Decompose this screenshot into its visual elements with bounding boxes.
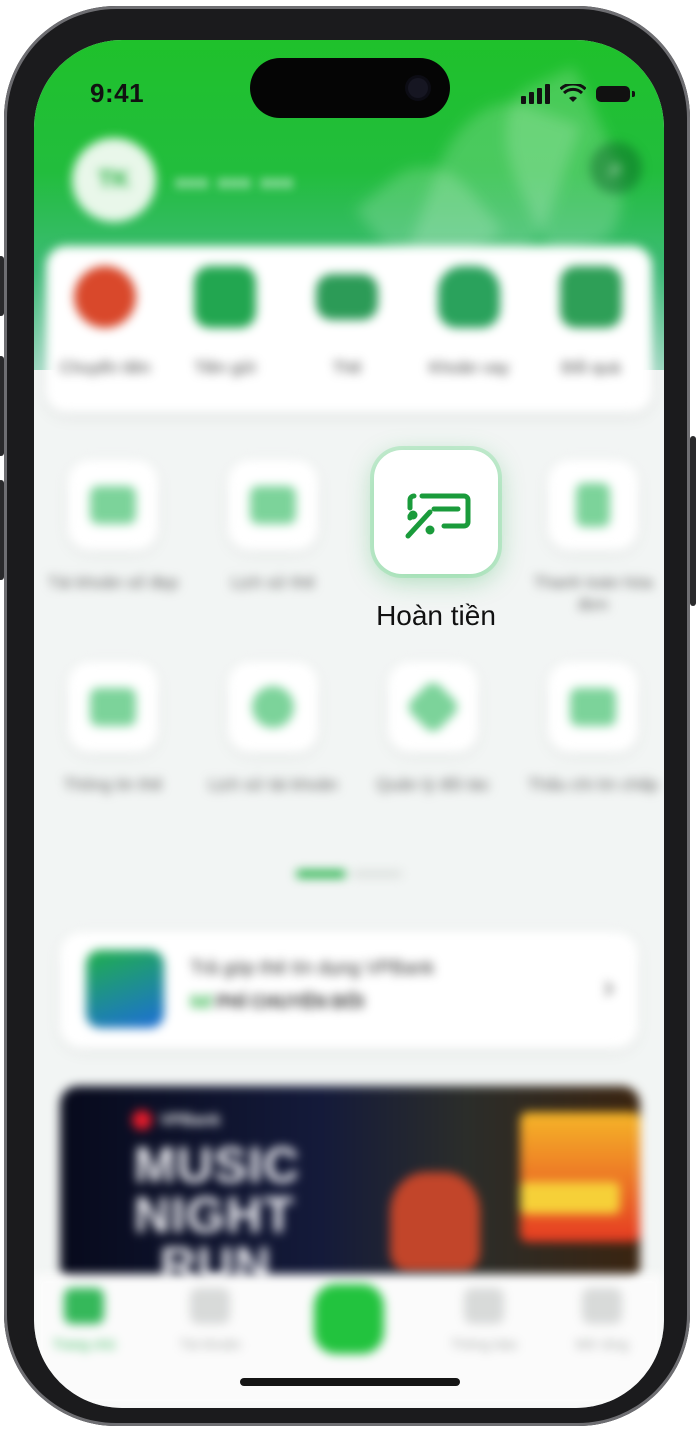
tab-account[interactable]: Tài khoản (160, 1288, 260, 1352)
page-dot (352, 871, 402, 877)
shop-illustration (520, 1112, 640, 1242)
vanity-number-icon (90, 486, 136, 524)
card-installment-icon (86, 950, 164, 1028)
service-tile (68, 460, 158, 550)
power-button (690, 436, 696, 606)
quick-action-label: Khoản vay (428, 358, 510, 377)
tab-label: Mở rộng (575, 1336, 629, 1352)
piggy-bank-icon (194, 266, 256, 328)
overdraft-icon (570, 688, 616, 726)
chevron-right-icon: › (603, 968, 614, 1004)
avatar[interactable]: TK (72, 138, 156, 222)
money-bag-icon (438, 266, 500, 328)
volume-up-button (0, 356, 4, 456)
camera-icon (408, 78, 428, 98)
service-tile (68, 662, 158, 752)
gift-icon (560, 266, 622, 328)
card-info-icon (90, 688, 136, 726)
vpbank-logo-icon (132, 1110, 152, 1130)
center-wallet-button[interactable] (314, 1284, 384, 1354)
service-vanity-number[interactable]: Tài khoản số đẹp (38, 460, 188, 594)
service-label: Thanh toán hóa đơn (533, 573, 653, 614)
card-history-icon (250, 486, 296, 524)
quick-actions-card: Chuyển tiền Tiền gửi Thẻ Khoản vay Đổi q… (46, 246, 652, 412)
tab-label: Trang chủ (52, 1336, 116, 1352)
bottom-tab-bar: Trang chủ Tài khoản Thông báo Mở rộng (34, 1274, 664, 1408)
mute-switch (0, 256, 4, 316)
screen: 9:41 TK ••• ••• ••• ⌕ Chuyển tiền Tiền g… (34, 40, 664, 1408)
search-button[interactable]: ⌕ (590, 142, 642, 194)
wifi-icon (560, 84, 586, 102)
promo-title: Trả góp thẻ tín dụng VPBank (190, 958, 435, 979)
quick-action-label: Thẻ (332, 358, 362, 377)
service-card-info[interactable]: Thông tin thẻ (38, 662, 188, 796)
cashback-label: Hoàn tiền (376, 600, 496, 631)
page-dot-active (296, 870, 346, 878)
search-icon: ⌕ (608, 152, 624, 182)
battery-icon (596, 86, 635, 102)
tab-home[interactable]: Trang chủ (34, 1288, 134, 1352)
signal-icon (521, 84, 550, 104)
service-bill-payment[interactable]: Thanh toán hóa đơn (518, 460, 664, 616)
bell-icon (464, 1288, 504, 1324)
clock-icon (252, 686, 294, 728)
card-icon (316, 274, 378, 320)
quick-action-transfer[interactable]: Chuyển tiền (50, 266, 160, 378)
promo-subtitle: 0đ PHÍ CHUYỂN ĐỔI (190, 992, 365, 1012)
service-tile (548, 460, 638, 550)
service-tile (548, 662, 638, 752)
dynamic-island (250, 58, 450, 118)
music-night-run-banner[interactable]: VPBank MUSIC NIGHT RUN (60, 1086, 640, 1286)
tab-more[interactable]: Mở rộng (552, 1288, 652, 1352)
status-time: 9:41 (90, 78, 145, 108)
service-label: Thông tin thẻ (63, 775, 163, 794)
home-indicator[interactable] (240, 1378, 460, 1386)
quick-action-card[interactable]: Thẻ (292, 266, 402, 378)
volume-down-button (0, 480, 4, 580)
status-icons (521, 84, 635, 104)
quick-action-label: Đổi quà (561, 358, 621, 377)
tab-notifications[interactable]: Thông báo (434, 1288, 534, 1352)
service-label: Lịch sử thẻ (230, 573, 316, 592)
service-partner-management[interactable]: Quản lý đối tác (358, 662, 508, 796)
quick-action-rewards[interactable]: Đổi quà (536, 266, 646, 378)
service-cashback-button[interactable] (374, 450, 498, 574)
runner-illustration (390, 1172, 480, 1272)
installment-promo-card[interactable]: Trả góp thẻ tín dụng VPBank 0đ PHÍ CHUYỂ… (60, 932, 638, 1048)
service-account-history[interactable]: Lịch sử tài khoản (198, 662, 348, 796)
service-overdraft[interactable]: Thấu chi tín chấp (518, 662, 664, 796)
cashback-icon (405, 493, 471, 539)
service-card-history[interactable]: Lịch sử thẻ (198, 460, 348, 594)
sale-sign-illustration (520, 1182, 620, 1214)
service-tile (228, 460, 318, 550)
phone-frame: 9:41 TK ••• ••• ••• ⌕ Chuyển tiền Tiền g… (0, 6, 696, 1426)
service-label: Tài khoản số đẹp (47, 573, 179, 592)
service-label: Lịch sử tài khoản (208, 775, 338, 794)
menu-icon (582, 1288, 622, 1324)
quick-action-loan[interactable]: Khoản vay (414, 266, 524, 378)
banner-brand: VPBank (160, 1112, 221, 1129)
tab-label: Thông báo (450, 1336, 518, 1352)
quick-action-label: Chuyển tiền (59, 358, 151, 377)
service-tile (388, 662, 478, 752)
tab-label: Tài khoản (179, 1336, 241, 1352)
bill-payment-icon (576, 483, 610, 527)
account-number-masked: ••• ••• ••• (176, 168, 295, 198)
service-tile (228, 662, 318, 752)
service-label: Thấu chi tín chấp (527, 775, 659, 794)
account-icon (190, 1288, 230, 1324)
partner-icon (404, 678, 462, 736)
page-indicator (296, 870, 402, 878)
transfer-coin-icon (74, 266, 136, 328)
service-label: Quản lý đối tác (376, 775, 490, 794)
quick-action-label: Tiền gửi (194, 358, 256, 377)
quick-action-deposit[interactable]: Tiền gửi (170, 266, 280, 378)
home-icon (64, 1288, 104, 1324)
